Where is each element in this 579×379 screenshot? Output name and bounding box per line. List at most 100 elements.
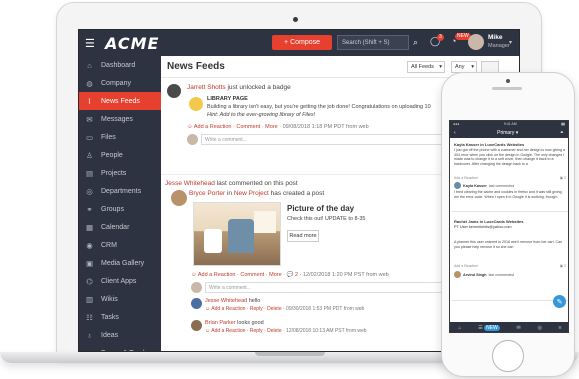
sidebar-item-ideas[interactable]: ♁ Ideas [79,326,161,344]
forms-icon: ⊞ [84,348,95,352]
delete-link[interactable]: Delete [267,328,281,334]
separator: · [279,124,282,130]
user-avatar[interactable] [468,34,484,50]
phone-post-card[interactable]: Kayla Kasser in LuxeCards Websites I jus… [452,140,568,212]
sidebar-item-tasks[interactable]: ☷ Tasks [79,308,161,326]
card-actions: Add a Reaction ▣ 2 [452,256,568,269]
person-shape [228,219,254,253]
picture-of-the-day-image[interactable] [193,202,281,266]
more-link[interactable]: More [265,124,278,130]
add-reaction-link[interactable]: Add a Reaction [454,176,478,180]
smile-icon[interactable]: ☺ [187,124,193,130]
comment-count[interactable]: ▣ 2 [560,176,566,180]
smile-icon[interactable]: ☺ [205,306,210,312]
sidebar-item-messages[interactable]: ✉ Messages [79,110,161,128]
search-icon[interactable]: ⌕ [413,37,423,47]
card-body: I just got off the phone with a customer… [454,148,566,166]
reply-author[interactable]: Brian Parker [205,320,236,326]
sidebar-item-client-apps[interactable]: ⌬ Client Apps [79,272,161,290]
mail-tab-icon[interactable]: ✉ [517,325,521,331]
reply-link[interactable]: Reply [250,306,263,312]
sidebar-item-departments[interactable]: ◎ Departments [79,182,161,200]
sidebar-item-crm[interactable]: ◉ CRM [79,236,161,254]
comment-link[interactable]: Comment [240,272,264,278]
sidebar-item-media-gallery[interactable]: ▣ Media Gallery [79,254,161,272]
add-reaction-link[interactable]: Add a Reaction [211,328,245,334]
post-action: just unlocked a badge [227,84,291,91]
add-reaction-link[interactable]: Add a Reaction [198,272,236,278]
add-reaction-link[interactable]: Add a Reaction [454,264,478,268]
post-created-text: has created a post [270,190,325,197]
feed-filter-select[interactable]: All Feeds ▾ [407,61,445,73]
sidebar-item-groups[interactable]: ⚭ Groups [79,200,161,218]
sidebar-item-dashboard[interactable]: ⌂ Dashboard [79,56,161,74]
phone-tab-bar: ⌂ ☰ NEW ✉ ◎ ≡ [450,322,568,332]
author-link[interactable]: Jarrett Shotts [187,84,226,91]
sidebar-item-calendar[interactable]: ▦ Calendar [79,218,161,236]
hamburger-menu-icon[interactable]: ☰ [85,37,101,50]
compose-button[interactable]: + Compose [272,35,332,50]
smile-icon[interactable]: ☺ [205,328,210,334]
reply-actions: ☺ Add a Reaction · Reply · Delete · 12/0… [205,328,367,334]
post-context: Jesse Whitehead last commented on this p… [165,180,298,187]
reply-link[interactable]: Reply [250,328,263,334]
sidebar-item-people[interactable]: ♙ People [79,146,161,164]
phone-home-button[interactable] [492,340,524,372]
file-icon: ▭ [85,132,94,142]
feed-tab-icon[interactable]: ☰ NEW [478,324,500,332]
sidebar-item-files[interactable]: ▭ Files [79,128,161,146]
comment-count[interactable]: ▣ 2 [560,264,566,268]
add-reaction-link[interactable]: Add a Reaction [211,306,245,312]
reply-author[interactable]: Arvind Singh [463,273,487,277]
chevron-down-icon[interactable]: ▾ [509,39,512,46]
post-headline: Jarrett Shotts just unlocked a badge [187,84,291,91]
user-name[interactable]: Mike [488,34,502,41]
search-input[interactable]: Search (Shift + S) [337,35,409,50]
separator: · [237,272,239,278]
avatar[interactable] [167,84,181,98]
add-reaction-link[interactable]: Add a Reaction [194,124,232,130]
page-title: News Feeds [167,61,225,72]
avatar[interactable] [191,320,202,331]
notification-badge: 3 [437,34,444,41]
reply-author[interactable]: Kayla Kasser [463,184,487,188]
reply-item: Jesse Whitehead hello [205,298,260,304]
comment-count[interactable]: 2 [295,272,298,278]
author-link[interactable]: Jesse Whitehead [165,180,215,187]
app-topbar: ☰ ACME + Compose Search (Shift + S) ⌕ ◯ … [79,30,519,56]
reply-text: I tried clearing the cache and cookies i… [454,190,562,199]
poster-link[interactable]: Bryce Porter [189,190,225,197]
home-tab-icon[interactable]: ⌂ [458,325,461,331]
separator: · [264,306,266,312]
avatar[interactable] [171,190,187,206]
comment-link[interactable]: Comment [236,124,260,130]
more-tab-icon[interactable]: ≡ [559,325,562,331]
card-reply: Kayla Kasser last commented [452,181,568,190]
groups-icon[interactable]: ⚭ [560,130,564,136]
compass-tab-icon[interactable]: ◎ [538,325,542,331]
compose-fab-button[interactable]: ✎ [553,295,566,308]
phone-camera-icon [506,79,510,83]
back-icon[interactable]: ‹ [454,130,456,136]
reply-author[interactable]: Jesse Whitehead [205,298,247,304]
more-link[interactable]: More [269,272,282,278]
sidebar-item-projects[interactable]: ▤ Projects [79,164,161,182]
sidebar-item-wikis[interactable]: ▥ Wikis [79,290,161,308]
sidebar-item-company[interactable]: ◍ Company [79,74,161,92]
avatar[interactable] [191,298,202,309]
brand-logo[interactable]: ACME [105,34,159,53]
card-reply: Arvind Singh last commented [452,269,568,280]
card-header: Rachel Jams in LuxeCards Websites [454,219,524,224]
client-apps-icon: ⌬ [86,276,93,286]
project-link[interactable]: New Project [234,190,269,197]
delete-link[interactable]: Delete [267,306,281,312]
smile-icon[interactable]: ☺ [191,272,197,278]
phone-post-card[interactable]: Rachel Jams in LuxeCards Websites PT Use… [452,215,568,301]
phone-title-select[interactable]: Primary ▾ [497,130,518,136]
sidebar-item-forms-trackers[interactable]: ⊞ Forms & Trackers [79,344,161,352]
card-body: A planner this user ordered in 2016 won'… [454,240,563,249]
sidebar-item-news-feeds[interactable]: ⌇ News Feeds [79,92,161,110]
bulb-icon: ♁ [86,330,93,340]
read-more-button[interactable]: Read more [287,230,319,242]
comment-bubble-icon[interactable]: 💬 [287,272,294,278]
